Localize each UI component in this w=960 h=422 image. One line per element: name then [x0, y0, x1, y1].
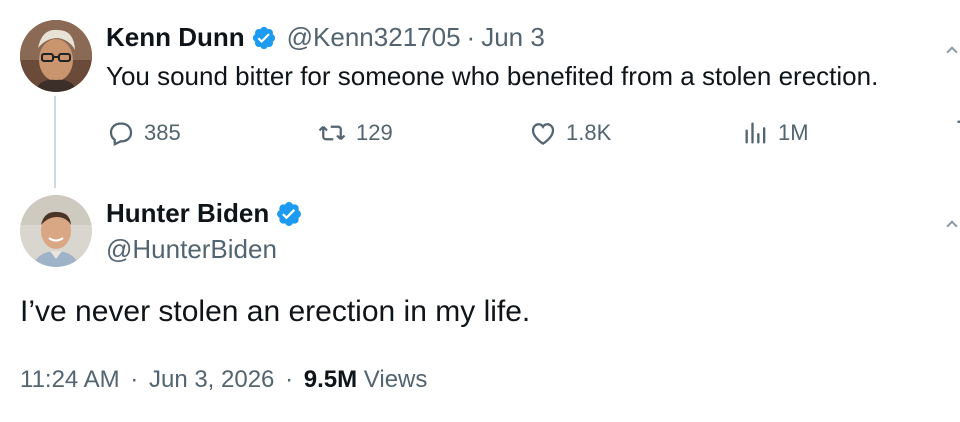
reply-separator: ·: [466, 22, 476, 52]
tweet-views-label: Views: [363, 366, 428, 393]
views-icon: [745, 122, 766, 144]
reply-action-bar: 385 129 1.8K 1M: [0, 118, 960, 154]
retweet-count: 129: [356, 120, 393, 145]
main-tweet-meta: 11:24 AM · Jun 3, 2026 · 9.5M Views: [20, 366, 427, 394]
main-handle[interactable]: @HunterBiden: [106, 234, 277, 265]
tweet-date[interactable]: Jun 3, 2026: [149, 366, 274, 393]
avatar-kenn-dunn[interactable]: [20, 20, 92, 92]
bookmark-icon: [957, 120, 960, 123]
meta-separator: ·: [285, 366, 294, 393]
retweet-icon: [318, 125, 346, 141]
bookmark-button[interactable]: [954, 118, 960, 148]
reply-handle[interactable]: @Kenn321705: [287, 22, 461, 53]
reply-icon: [109, 122, 133, 147]
reply-count: 385: [144, 120, 181, 145]
like-count: 1.8K: [566, 120, 612, 145]
tweet-views-count: 9.5M: [303, 366, 358, 393]
main-tweet-text: I’ve never stolen an erection in my life…: [20, 295, 531, 328]
reply-author-name[interactable]: Kenn Dunn: [106, 22, 245, 53]
reply-button[interactable]: 385: [106, 118, 181, 148]
like-icon: [531, 123, 555, 145]
verified-badge-icon: [275, 200, 303, 228]
reply-tweet-text: You sound bitter for someone who benefit…: [106, 61, 879, 91]
main-author-name[interactable]: Hunter Biden: [106, 198, 269, 229]
reply-date[interactable]: Jun 3: [481, 22, 545, 53]
retweet-button[interactable]: 129: [316, 118, 393, 148]
avatar-hunter-biden[interactable]: [20, 195, 92, 267]
more-icon[interactable]: [946, 220, 958, 232]
more-icon[interactable]: [946, 46, 958, 58]
verified-badge-icon: [251, 25, 277, 51]
like-button[interactable]: 1.8K: [528, 118, 611, 148]
views-count: 1M: [778, 120, 809, 145]
meta-separator: ·: [130, 366, 139, 393]
main-header-name: Hunter Biden: [106, 198, 303, 229]
main-header-handle: @HunterBiden: [106, 234, 277, 265]
tweet-time[interactable]: 11:24 AM: [20, 366, 120, 393]
reply-header: Kenn Dunn @Kenn321705 · Jun 3: [106, 22, 545, 53]
views-button[interactable]: 1M: [742, 118, 809, 148]
